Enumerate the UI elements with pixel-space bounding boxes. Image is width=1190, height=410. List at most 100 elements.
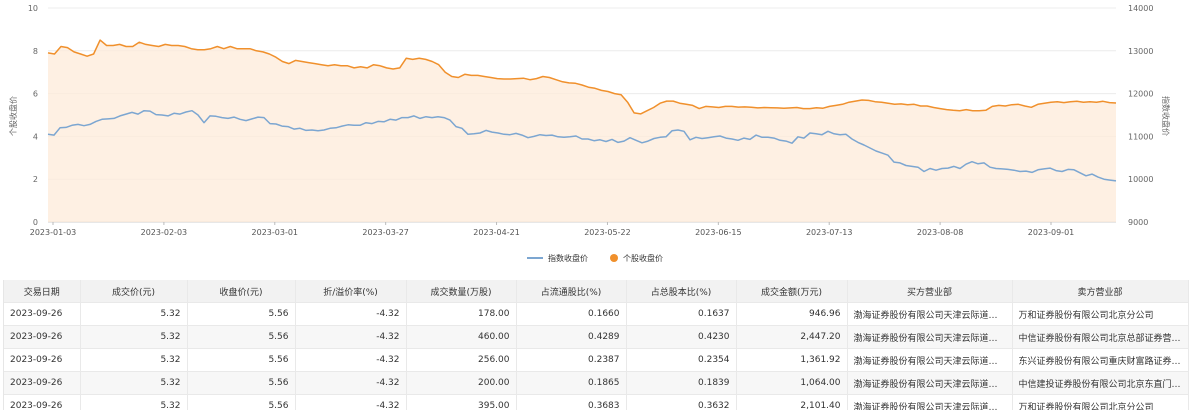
y-right-tick-label: 12000 — [1128, 90, 1153, 99]
header-buyer[interactable]: 买方营业部 — [847, 280, 1013, 303]
cell-trade-date: 2023-09-26 — [4, 302, 81, 326]
cell-trade-price: 5.32 — [80, 394, 188, 410]
price-chart: 0 2 4 6 8 10 9000 10000 11000 12000 13000 14000 2023… — [8, 4, 1171, 237]
legend-label-stock: 个股收盘价 — [623, 253, 663, 263]
stock-price-area — [48, 40, 1116, 222]
cell-volume: 395.00 — [406, 394, 517, 410]
cell-volume: 178.00 — [406, 302, 517, 326]
table-row: 2023-09-26 5.32 5.56 -4.32 395.00 0.3683… — [4, 394, 1189, 410]
cell-amount: 1,361.92 — [736, 348, 848, 372]
block-trade-table-wrapper: 交易日期 成交价(元) 收盘价(元) 折/溢价率(%) 成交数量(万股) 占流通… — [3, 280, 1190, 410]
cell-seller[interactable]: 万和证券股份有限公司北京分公司 — [1012, 394, 1189, 410]
legend-item-stock[interactable]: 个股收盘价 — [610, 253, 663, 264]
x-tick-label: 2023-03-27 — [362, 228, 409, 237]
cell-buyer[interactable]: 渤海证券股份有限公司天津云际道证券营业部 — [847, 325, 1013, 349]
cell-close-price: 5.56 — [187, 348, 296, 372]
cell-trade-price: 5.32 — [80, 371, 188, 395]
cell-seller[interactable]: 东兴证券股份有限公司重庆财富路证券营业部 — [1012, 348, 1189, 372]
x-tick-label: 2023-01-03 — [30, 228, 77, 237]
x-tick-label: 2023-09-01 — [1028, 228, 1075, 237]
cell-volume: 200.00 — [406, 371, 517, 395]
cell-total-ratio: 0.1839 — [626, 371, 737, 395]
cell-total-ratio: 0.3632 — [626, 394, 737, 410]
cell-buyer[interactable]: 渤海证券股份有限公司天津云际道证券营业部 — [847, 302, 1013, 326]
y-right-tick-label: 11000 — [1128, 132, 1153, 141]
cell-amount: 2,101.40 — [736, 394, 848, 410]
legend-line-swatch — [527, 257, 543, 259]
cell-close-price: 5.56 — [187, 371, 296, 395]
y-right-label: 指数收盘价 — [1161, 96, 1171, 136]
area-fill — [48, 40, 1116, 222]
cell-total-ratio: 0.4230 — [626, 325, 737, 349]
header-premium-rate[interactable]: 折/溢价率(%) — [295, 280, 407, 303]
legend-item-index[interactable]: 指数收盘价 — [527, 253, 588, 264]
cell-total-ratio: 0.2354 — [626, 348, 737, 372]
y-left-tick-label: 8 — [33, 47, 38, 56]
header-close-price[interactable]: 收盘价(元) — [187, 280, 296, 303]
cell-premium-rate: -4.32 — [295, 348, 407, 372]
cell-close-price: 5.56 — [187, 325, 296, 349]
header-total-ratio[interactable]: 占总股本比(%) — [626, 280, 737, 303]
cell-volume: 256.00 — [406, 348, 517, 372]
cell-amount: 1,064.00 — [736, 371, 848, 395]
header-volume[interactable]: 成交数量(万股) — [406, 280, 517, 303]
chart-legend: 指数收盘价 个股收盘价 — [0, 251, 1190, 265]
y-left-tick-label: 0 — [33, 218, 38, 227]
cell-trade-date: 2023-09-26 — [4, 325, 81, 349]
y-left-tick-label: 10 — [28, 4, 38, 13]
cell-amount: 946.96 — [736, 302, 848, 326]
table-row: 2023-09-26 5.32 5.56 -4.32 256.00 0.2387… — [4, 348, 1189, 372]
cell-premium-rate: -4.32 — [295, 325, 407, 349]
legend-dot-swatch — [610, 254, 618, 262]
table-row: 2023-09-26 5.32 5.56 -4.32 178.00 0.1660… — [4, 302, 1189, 326]
cell-trade-price: 5.32 — [80, 348, 188, 372]
cell-seller[interactable]: 万和证券股份有限公司北京分公司 — [1012, 302, 1189, 326]
cell-trade-price: 5.32 — [80, 325, 188, 349]
cell-close-price: 5.56 — [187, 302, 296, 326]
cell-buyer[interactable]: 渤海证券股份有限公司天津云际道证券营业部 — [847, 371, 1013, 395]
y-left-tick-label: 2 — [33, 175, 38, 184]
cell-float-ratio: 0.2387 — [516, 348, 627, 372]
cell-buyer[interactable]: 渤海证券股份有限公司天津云际道证券营业部 — [847, 394, 1013, 410]
cell-trade-price: 5.32 — [80, 302, 188, 326]
header-seller[interactable]: 卖方营业部 — [1012, 280, 1189, 303]
cell-seller[interactable]: 中信证券股份有限公司北京总部证券营业部 — [1012, 325, 1189, 349]
x-tick-label: 2023-03-01 — [252, 228, 299, 237]
y-right-tick-label: 9000 — [1128, 218, 1148, 227]
cell-float-ratio: 0.3683 — [516, 394, 627, 410]
x-tick-label: 2023-07-13 — [806, 228, 853, 237]
header-amount[interactable]: 成交金额(万元) — [736, 280, 848, 303]
cell-float-ratio: 0.1660 — [516, 302, 627, 326]
x-tick-label: 2023-05-22 — [584, 228, 631, 237]
x-tick-label: 2023-04-21 — [473, 228, 520, 237]
cell-close-price: 5.56 — [187, 394, 296, 410]
cell-volume: 460.00 — [406, 325, 517, 349]
y-right-tick-label: 13000 — [1128, 47, 1153, 56]
cell-premium-rate: -4.32 — [295, 302, 407, 326]
cell-premium-rate: -4.32 — [295, 371, 407, 395]
table-header-row: 交易日期 成交价(元) 收盘价(元) 折/溢价率(%) 成交数量(万股) 占流通… — [4, 280, 1189, 303]
cell-premium-rate: -4.32 — [295, 394, 407, 410]
header-trade-price[interactable]: 成交价(元) — [80, 280, 188, 303]
y-left-label: 个股收盘价 — [8, 96, 18, 136]
cell-trade-date: 2023-09-26 — [4, 394, 81, 410]
header-float-ratio[interactable]: 占流通股比(%) — [516, 280, 627, 303]
x-tick-label: 2023-06-15 — [695, 228, 742, 237]
table-row: 2023-09-26 5.32 5.56 -4.32 200.00 0.1865… — [4, 371, 1189, 395]
y-right-tick-label: 14000 — [1128, 4, 1153, 13]
y-left-tick-label: 4 — [33, 132, 38, 141]
cell-trade-date: 2023-09-26 — [4, 371, 81, 395]
x-tick-label: 2023-02-03 — [141, 228, 188, 237]
cell-total-ratio: 0.1637 — [626, 302, 737, 326]
y-right-tick-label: 10000 — [1128, 175, 1153, 184]
y-left-tick-label: 6 — [33, 90, 38, 99]
cell-trade-date: 2023-09-26 — [4, 348, 81, 372]
header-trade-date[interactable]: 交易日期 — [4, 280, 81, 303]
legend-label-index: 指数收盘价 — [548, 253, 588, 263]
table-row: 2023-09-26 5.32 5.56 -4.32 460.00 0.4289… — [4, 325, 1189, 349]
cell-float-ratio: 0.4289 — [516, 325, 627, 349]
cell-amount: 2,447.20 — [736, 325, 848, 349]
cell-seller[interactable]: 中信建投证券股份有限公司北京东直门证券营业部 — [1012, 371, 1189, 395]
x-tick-label: 2023-08-08 — [917, 228, 964, 237]
cell-buyer[interactable]: 渤海证券股份有限公司天津云际道证券营业部 — [847, 348, 1013, 372]
